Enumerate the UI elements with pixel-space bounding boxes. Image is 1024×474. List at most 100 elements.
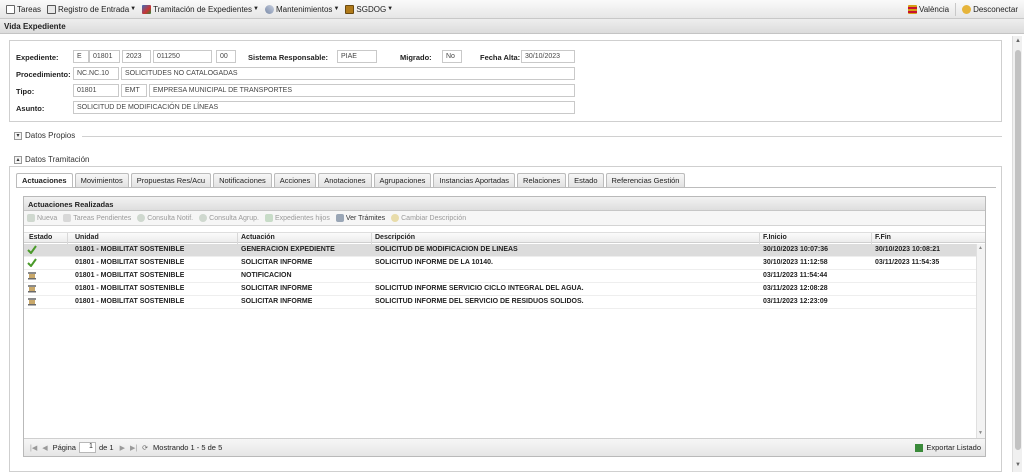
page-input[interactable]: 1: [78, 442, 96, 453]
tab-estado[interactable]: Estado: [568, 173, 604, 187]
register-icon: [47, 4, 57, 14]
consulta-notif-button[interactable]: Consulta Notif.: [137, 214, 193, 222]
add-icon: [27, 214, 35, 222]
wrench-icon: [264, 4, 274, 14]
sistema-label: Sistema Responsable:: [248, 53, 329, 62]
tab-bar: Actuaciones Movimientos Propuestas Res/A…: [16, 173, 687, 188]
row-fin: 03/11/2023 11:54:35: [875, 259, 940, 266]
exp-unit-field[interactable]: 01801: [89, 50, 120, 63]
menu-tramitacion[interactable]: Tramitación de Expedientes ▼: [139, 1, 262, 18]
row-descripcion: SOLICITUD DE MODIFICACIÓN DE LÍNEAS: [375, 246, 518, 253]
procedimiento-label: Procedimiento:: [16, 70, 71, 79]
chevron-down-icon: ▼: [387, 6, 394, 12]
scroll-down-icon[interactable]: ▼: [978, 430, 983, 436]
col-descripcion[interactable]: Descripción: [375, 234, 415, 241]
menu-language[interactable]: València: [905, 1, 952, 18]
scroll-down-icon[interactable]: ▼: [1015, 462, 1021, 468]
row-inicio: 03/11/2023 12:23:09: [763, 298, 828, 305]
datos-propios-label: Datos Propios: [25, 131, 76, 140]
col-estado[interactable]: Estado: [29, 234, 52, 241]
grid-scrollbar[interactable]: ▲ ▼: [976, 244, 985, 438]
consulta-agrup-button[interactable]: Consulta Agrup.: [199, 214, 259, 222]
section-datos-tramitacion[interactable]: ▴ Datos Tramitación: [14, 155, 93, 164]
expediente-label: Expediente:: [16, 53, 59, 62]
row-actuacion: SOLICITAR INFORME: [241, 259, 313, 266]
next-page-icon[interactable]: ▶: [120, 444, 125, 452]
table-row[interactable]: 01801 - MOBILITAT SOSTENIBLE NOTIFICACIO…: [24, 270, 976, 283]
prev-page-icon[interactable]: ◀: [42, 444, 47, 452]
row-actuacion: NOTIFICACION: [241, 272, 292, 279]
export-label: Exportar Listado: [926, 443, 981, 452]
procedimiento-desc-field[interactable]: SOLICITUDES NO CATALOGADAS: [121, 67, 575, 80]
asunto-label: Asunto:: [16, 104, 45, 113]
tab-notificaciones[interactable]: Notificaciones: [213, 173, 272, 187]
tab-instancias[interactable]: Instancias Aportadas: [433, 173, 516, 187]
excel-icon: [915, 443, 924, 452]
tipo-desc-field[interactable]: EMPRESA MUNICIPAL DE TRANSPORTES: [149, 84, 575, 97]
row-inicio: 03/11/2023 12:08:28: [763, 285, 828, 292]
row-unidad: 01801 - MOBILITAT SOSTENIBLE: [75, 298, 185, 305]
cambiar-descripcion-button[interactable]: Cambiar Descripción: [391, 214, 466, 222]
tipo-code-field[interactable]: 01801: [73, 84, 119, 97]
col-actuacion[interactable]: Actuación: [241, 234, 275, 241]
menu-mantenimientos[interactable]: Mantenimientos ▼: [262, 1, 342, 18]
exp-type-field[interactable]: E: [73, 50, 89, 63]
tab-acciones[interactable]: Acciones: [273, 173, 317, 187]
expedientes-hijos-button[interactable]: Expedientes hijos: [264, 214, 330, 222]
asunto-field[interactable]: SOLICITUD DE MODIFICACIÓN DE LÍNEAS: [73, 101, 575, 114]
fecha-alta-field[interactable]: 30/10/2023: [521, 50, 575, 63]
sistema-field[interactable]: PIAE: [337, 50, 377, 63]
exp-suffix-field[interactable]: 00: [216, 50, 236, 63]
table-row[interactable]: 01801 - MOBILITAT SOSTENIBLE GENERACION …: [24, 244, 976, 257]
scroll-up-icon[interactable]: ▲: [1015, 38, 1021, 44]
menu-tareas[interactable]: Tareas: [3, 1, 44, 18]
table-row[interactable]: 01801 - MOBILITAT SOSTENIBLE SOLICITAR I…: [24, 296, 976, 309]
logout-label: Desconectar: [973, 4, 1018, 14]
nueva-button[interactable]: Nueva: [27, 214, 57, 222]
tab-relaciones[interactable]: Relaciones: [517, 173, 567, 187]
menu-mantenimientos-label: Mantenimientos: [275, 4, 333, 14]
tab-anotaciones[interactable]: Anotaciones: [318, 173, 372, 187]
ver-tramites-button[interactable]: Ver Trámites: [335, 214, 385, 222]
scrollbar-thumb[interactable]: [1015, 50, 1021, 450]
row-unidad: 01801 - MOBILITAT SOSTENIBLE: [75, 259, 185, 266]
migrado-field[interactable]: No: [442, 50, 462, 63]
chevron-down-icon: ▼: [130, 6, 137, 12]
col-finicio[interactable]: F.Inicio: [763, 234, 787, 241]
exp-year-field[interactable]: 2023: [122, 50, 151, 63]
tab-referencias[interactable]: Referencias Gestión: [605, 173, 686, 187]
page-title: Vida Expediente: [0, 19, 1024, 34]
col-unidad[interactable]: Unidad: [75, 234, 99, 241]
tab-propuestas[interactable]: Propuestas Res/Acu: [130, 173, 212, 187]
menu-registro-entrada[interactable]: Registro de Entrada ▼: [44, 1, 139, 18]
table-row[interactable]: 01801 - MOBILITAT SOSTENIBLE SOLICITAR I…: [24, 257, 976, 270]
scroll-up-icon[interactable]: ▲: [978, 245, 983, 251]
expand-icon[interactable]: ▾: [14, 131, 22, 140]
refresh-icon[interactable]: ⟳: [142, 444, 148, 452]
row-descripcion: SOLICITUD INFORME SERVICIO CICLO INTEGRA…: [375, 285, 584, 292]
tab-actuaciones[interactable]: Actuaciones: [16, 173, 73, 188]
exp-number-field[interactable]: 011250: [153, 50, 212, 63]
section-datos-propios[interactable]: ▾ Datos Propios: [14, 131, 75, 140]
procedimiento-code-field[interactable]: NC.NC.10: [73, 67, 119, 80]
col-ffin[interactable]: F.Fin: [875, 234, 891, 241]
menu-sgdog-label: SGDOG: [356, 4, 387, 14]
tareas-pendientes-button[interactable]: Tareas Pendientes: [63, 214, 131, 222]
logout-icon: [962, 4, 972, 14]
tipo-abbr-field[interactable]: EMT: [121, 84, 147, 97]
table-row[interactable]: 01801 - MOBILITAT SOSTENIBLE SOLICITAR I…: [24, 283, 976, 296]
collapse-icon[interactable]: ▴: [14, 155, 22, 164]
actuaciones-grid: Actuaciones Realizadas Nueva Tareas Pend…: [23, 196, 986, 457]
tab-agrupaciones[interactable]: Agrupaciones: [373, 173, 432, 187]
last-page-icon[interactable]: ▶|: [130, 444, 137, 452]
page-scrollbar[interactable]: ▲ ▼: [1012, 36, 1022, 472]
datos-tramitacion-label: Datos Tramitación: [25, 155, 90, 164]
tab-movimientos[interactable]: Movimientos: [74, 173, 129, 187]
menu-sgdog[interactable]: SGDOG ▼: [342, 1, 396, 18]
files-icon: [142, 4, 152, 14]
tipo-label: Tipo:: [16, 87, 35, 96]
first-page-icon[interactable]: |◀: [30, 444, 37, 452]
menu-logout[interactable]: Desconectar: [959, 1, 1021, 18]
export-button[interactable]: Exportar Listado: [915, 443, 981, 452]
task-pending-icon: [27, 271, 37, 282]
